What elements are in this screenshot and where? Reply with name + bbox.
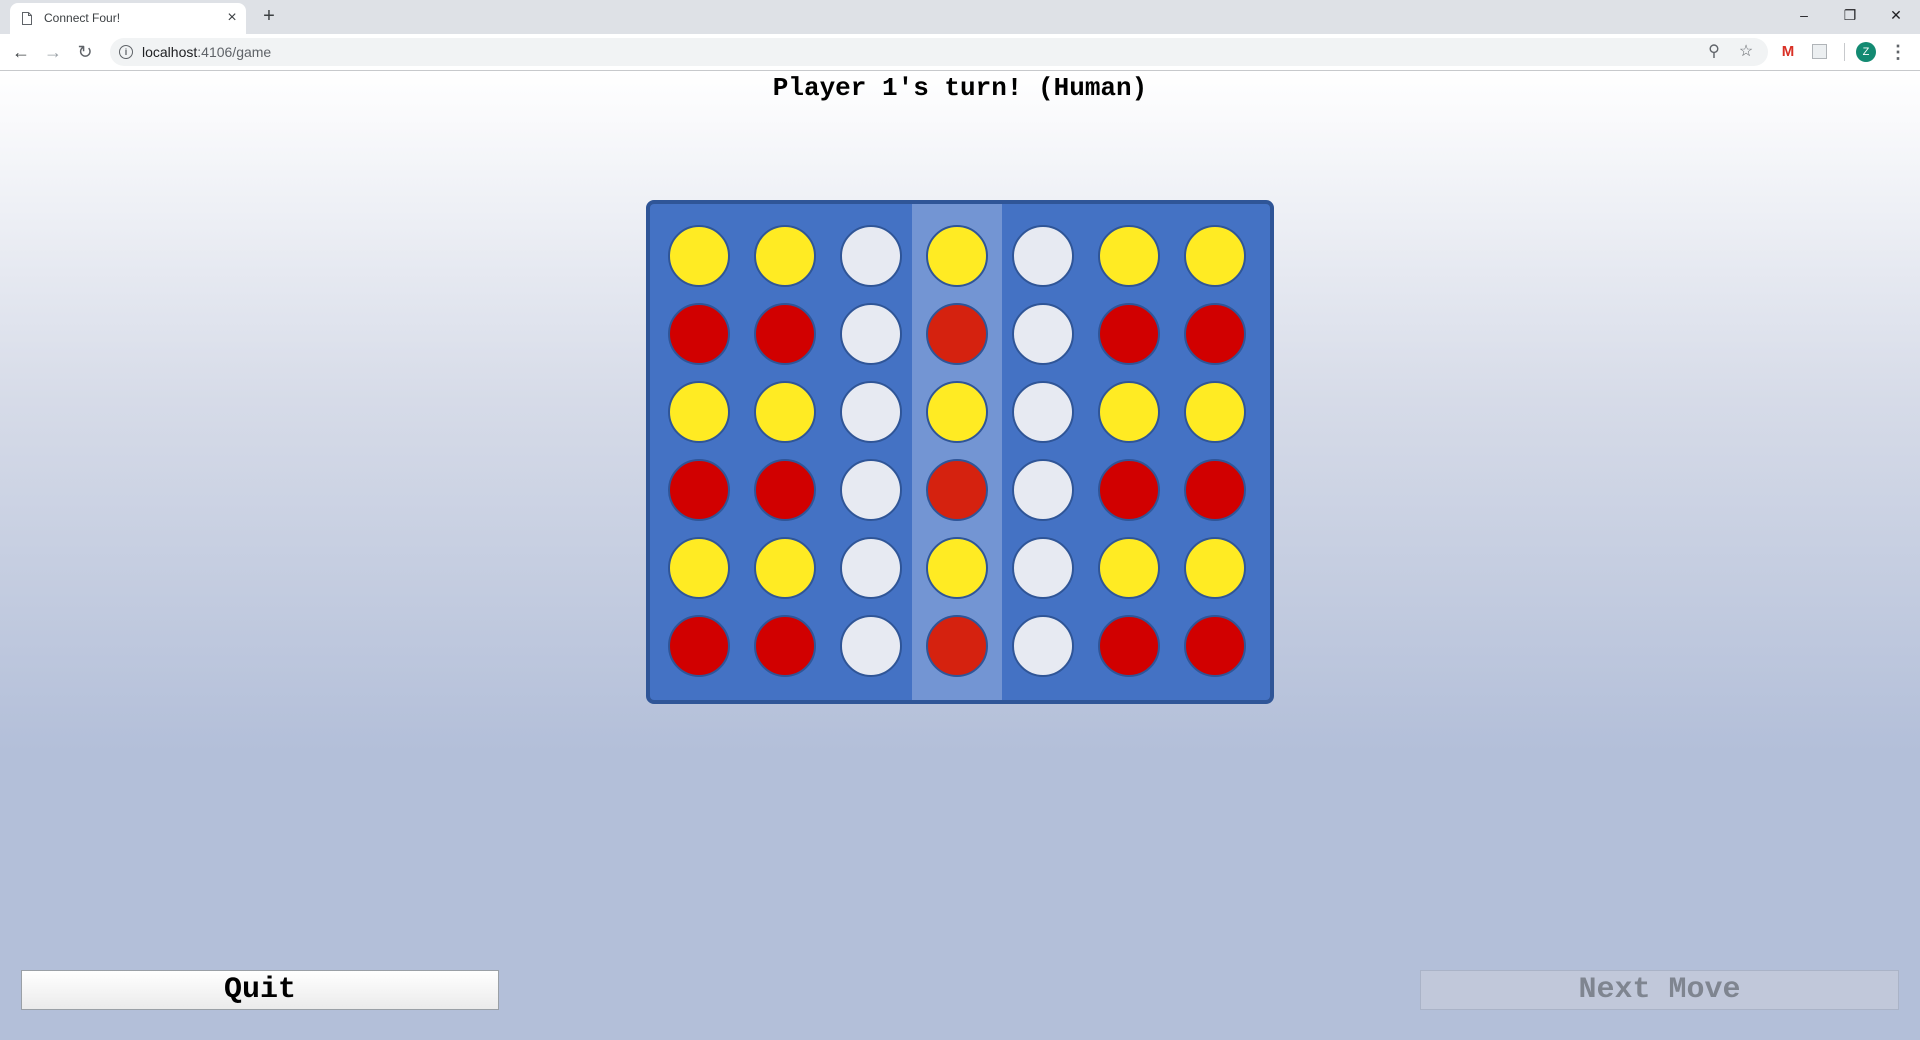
new-tab-button[interactable]: + [258,5,280,27]
yellow-disc[interactable] [926,225,988,287]
tab-title: Connect Four! [44,11,121,25]
yellow-disc[interactable] [1184,381,1246,443]
empty-slot[interactable] [840,459,902,521]
quit-button[interactable]: Quit [21,970,499,1010]
site-info-icon[interactable]: i [119,45,133,59]
yellow-disc[interactable] [1098,537,1160,599]
red-disc[interactable] [926,459,988,521]
url-host: localhost [142,44,198,60]
red-disc[interactable] [668,459,730,521]
forward-arrow-icon[interactable]: → [42,41,64,63]
toolbar-divider [1844,43,1845,61]
red-disc[interactable] [754,459,816,521]
tab-close-icon[interactable]: × [224,9,240,27]
yellow-disc[interactable] [926,381,988,443]
yellow-disc[interactable] [668,225,730,287]
yellow-disc[interactable] [926,537,988,599]
empty-slot[interactable] [840,225,902,287]
empty-slot[interactable] [1012,381,1074,443]
empty-slot[interactable] [1012,615,1074,677]
browser-menu-icon[interactable]: ⋮ [1888,41,1908,63]
zoom-icon[interactable]: ⚲ [1704,42,1724,62]
url-path: :4106/game [197,44,272,60]
red-disc[interactable] [1098,303,1160,365]
empty-slot[interactable] [840,381,902,443]
red-disc[interactable] [668,615,730,677]
red-disc[interactable] [754,615,816,677]
yellow-disc[interactable] [668,381,730,443]
red-disc[interactable] [926,303,988,365]
maximize-button[interactable]: ❐ [1834,3,1866,27]
turn-status: Player 1's turn! (Human) [772,73,1148,103]
profile-avatar[interactable]: Z [1856,42,1876,62]
empty-slot[interactable] [840,303,902,365]
close-window-button[interactable]: ✕ [1880,3,1912,27]
empty-slot[interactable] [840,537,902,599]
red-disc[interactable] [1184,303,1246,365]
yellow-disc[interactable] [1098,381,1160,443]
next-move-button[interactable]: Next Move [1420,970,1899,1010]
game-page: Player 1's turn! (Human) Quit Next Move [0,71,1920,1040]
empty-slot[interactable] [840,615,902,677]
red-disc[interactable] [1184,459,1246,521]
gmail-extension-icon[interactable]: M [1778,42,1798,62]
reload-icon[interactable]: ↻ [74,41,96,63]
address-bar[interactable]: i localhost:4106/game ⚲ ☆ [110,38,1768,66]
red-disc[interactable] [754,303,816,365]
red-disc[interactable] [668,303,730,365]
game-board[interactable] [646,200,1274,704]
red-disc[interactable] [926,615,988,677]
empty-slot[interactable] [1012,225,1074,287]
browser-tab[interactable]: Connect Four! × [10,3,246,34]
yellow-disc[interactable] [754,225,816,287]
yellow-disc[interactable] [1098,225,1160,287]
extension-icon[interactable] [1809,42,1829,62]
yellow-disc[interactable] [1184,537,1246,599]
empty-slot[interactable] [1012,459,1074,521]
browser-tab-bar: Connect Four! × + – ❐ ✕ [0,0,1920,34]
page-icon [22,12,32,25]
red-disc[interactable] [1184,615,1246,677]
bookmark-star-icon[interactable]: ☆ [1736,42,1756,62]
browser-toolbar: ← → ↻ i localhost:4106/game ⚲ ☆ M Z ⋮ [0,34,1920,71]
red-disc[interactable] [1098,459,1160,521]
red-disc[interactable] [1098,615,1160,677]
minimize-button[interactable]: – [1788,3,1820,27]
yellow-disc[interactable] [754,537,816,599]
yellow-disc[interactable] [668,537,730,599]
empty-slot[interactable] [1012,537,1074,599]
back-arrow-icon[interactable]: ← [10,41,32,63]
url-text[interactable]: localhost:4106/game [142,44,271,60]
yellow-disc[interactable] [754,381,816,443]
empty-slot[interactable] [1012,303,1074,365]
yellow-disc[interactable] [1184,225,1246,287]
